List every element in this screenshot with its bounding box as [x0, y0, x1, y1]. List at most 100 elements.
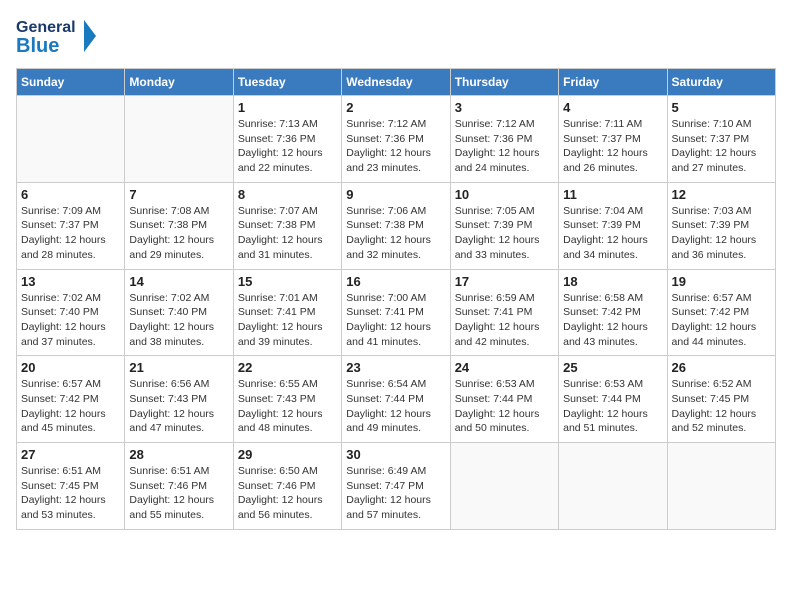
day-number: 16 — [346, 274, 445, 289]
calendar-cell — [125, 96, 233, 183]
calendar-cell: 20Sunrise: 6:57 AM Sunset: 7:42 PM Dayli… — [17, 356, 125, 443]
calendar-cell — [667, 443, 775, 530]
day-info: Sunrise: 7:05 AM Sunset: 7:39 PM Dayligh… — [455, 204, 554, 263]
day-number: 17 — [455, 274, 554, 289]
day-number: 11 — [563, 187, 662, 202]
day-number: 30 — [346, 447, 445, 462]
calendar-cell: 12 Sunrise: 7:03 AM Sunset: 7:39 PM Dayli… — [667, 182, 775, 269]
weekday-header-wednesday: Wednesday — [342, 69, 450, 96]
day-number: 19 — [672, 274, 771, 289]
weekday-header-saturday: Saturday — [667, 69, 775, 96]
calendar-cell: 15 Sunrise: 7:01 AM Sunset: 7:41 PM Dayli… — [233, 269, 341, 356]
calendar-cell: 11 Sunrise: 7:04 AM Sunset: 7:39 PM Dayli… — [559, 182, 667, 269]
calendar-cell: 9 Sunrise: 7:06 AM Sunset: 7:38 PM Daylig… — [342, 182, 450, 269]
day-number: 14 — [129, 274, 228, 289]
calendar-cell: 5 Sunrise: 7:10 AM Sunset: 7:37 PM Daylig… — [667, 96, 775, 183]
calendar-cell: 2 Sunrise: 7:12 AM Sunset: 7:36 PM Daylig… — [342, 96, 450, 183]
day-info: Sunrise: 7:02 AM Sunset: 7:40 PM Dayligh… — [21, 291, 120, 350]
weekday-header-row: SundayMondayTuesdayWednesdayThursdayFrid… — [17, 69, 776, 96]
calendar-cell: 27Sunrise: 6:51 AM Sunset: 7:45 PM Dayli… — [17, 443, 125, 530]
day-info: Sunrise: 6:59 AM Sunset: 7:41 PM Dayligh… — [455, 291, 554, 350]
calendar-week-row: 27Sunrise: 6:51 AM Sunset: 7:45 PM Dayli… — [17, 443, 776, 530]
calendar-cell: 16 Sunrise: 7:00 AM Sunset: 7:41 PM Dayli… — [342, 269, 450, 356]
calendar-week-row: 1 Sunrise: 7:13 AM Sunset: 7:36 PM Daylig… — [17, 96, 776, 183]
calendar-week-row: 13 Sunrise: 7:02 AM Sunset: 7:40 PM Dayli… — [17, 269, 776, 356]
day-number: 9 — [346, 187, 445, 202]
day-number: 1 — [238, 100, 337, 115]
day-number: 20 — [21, 360, 120, 375]
day-info: Sunrise: 7:12 AM Sunset: 7:36 PM Dayligh… — [455, 117, 554, 176]
day-info: Sunrise: 6:52 AM Sunset: 7:45 PM Dayligh… — [672, 377, 771, 436]
day-info: Sunrise: 6:56 AM Sunset: 7:43 PM Dayligh… — [129, 377, 228, 436]
day-number: 26 — [672, 360, 771, 375]
calendar-cell: 6 Sunrise: 7:09 AM Sunset: 7:37 PM Daylig… — [17, 182, 125, 269]
calendar-cell: 10 Sunrise: 7:05 AM Sunset: 7:39 PM Dayli… — [450, 182, 558, 269]
calendar-cell: 28 Sunrise: 6:51 AM Sunset: 7:46 PM Dayli… — [125, 443, 233, 530]
day-number: 15 — [238, 274, 337, 289]
day-info: Sunrise: 6:53 AM Sunset: 7:44 PM Dayligh… — [455, 377, 554, 436]
day-info: Sunrise: 7:07 AM Sunset: 7:38 PM Dayligh… — [238, 204, 337, 263]
day-number: 2 — [346, 100, 445, 115]
calendar-table: SundayMondayTuesdayWednesdayThursdayFrid… — [16, 68, 776, 530]
day-info: Sunrise: 6:53 AM Sunset: 7:44 PM Dayligh… — [563, 377, 662, 436]
day-info: Sunrise: 6:58 AM Sunset: 7:42 PM Dayligh… — [563, 291, 662, 350]
day-info: Sunrise: 7:08 AM Sunset: 7:38 PM Dayligh… — [129, 204, 228, 263]
day-number: 10 — [455, 187, 554, 202]
day-number: 23 — [346, 360, 445, 375]
calendar-cell: 14 Sunrise: 7:02 AM Sunset: 7:40 PM Dayli… — [125, 269, 233, 356]
day-info: Sunrise: 7:09 AM Sunset: 7:37 PM Dayligh… — [21, 204, 120, 263]
calendar-cell: 19 Sunrise: 6:57 AM Sunset: 7:42 PM Dayli… — [667, 269, 775, 356]
day-number: 13 — [21, 274, 120, 289]
day-number: 29 — [238, 447, 337, 462]
calendar-cell — [450, 443, 558, 530]
day-number: 6 — [21, 187, 120, 202]
calendar-cell: 26 Sunrise: 6:52 AM Sunset: 7:45 PM Dayli… — [667, 356, 775, 443]
day-info: Sunrise: 7:13 AM Sunset: 7:36 PM Dayligh… — [238, 117, 337, 176]
day-number: 7 — [129, 187, 228, 202]
calendar-week-row: 20Sunrise: 6:57 AM Sunset: 7:42 PM Dayli… — [17, 356, 776, 443]
day-info: Sunrise: 6:49 AM Sunset: 7:47 PM Dayligh… — [346, 464, 445, 523]
svg-text:General: General — [16, 19, 76, 36]
calendar-cell: 17 Sunrise: 6:59 AM Sunset: 7:41 PM Dayli… — [450, 269, 558, 356]
calendar-cell: 29 Sunrise: 6:50 AM Sunset: 7:46 PM Dayli… — [233, 443, 341, 530]
header: GeneralBlue — [16, 16, 776, 58]
day-info: Sunrise: 7:12 AM Sunset: 7:36 PM Dayligh… — [346, 117, 445, 176]
logo-svg: GeneralBlue — [16, 16, 106, 58]
day-info: Sunrise: 6:50 AM Sunset: 7:46 PM Dayligh… — [238, 464, 337, 523]
day-info: Sunrise: 6:57 AM Sunset: 7:42 PM Dayligh… — [672, 291, 771, 350]
day-number: 3 — [455, 100, 554, 115]
day-info: Sunrise: 7:02 AM Sunset: 7:40 PM Dayligh… — [129, 291, 228, 350]
calendar-cell: 18 Sunrise: 6:58 AM Sunset: 7:42 PM Dayli… — [559, 269, 667, 356]
day-info: Sunrise: 7:06 AM Sunset: 7:38 PM Dayligh… — [346, 204, 445, 263]
logo: GeneralBlue — [16, 16, 106, 58]
calendar-week-row: 6 Sunrise: 7:09 AM Sunset: 7:37 PM Daylig… — [17, 182, 776, 269]
day-number: 18 — [563, 274, 662, 289]
calendar-cell: 23Sunrise: 6:54 AM Sunset: 7:44 PM Dayli… — [342, 356, 450, 443]
calendar-cell: 8Sunrise: 7:07 AM Sunset: 7:38 PM Daylig… — [233, 182, 341, 269]
svg-text:Blue: Blue — [16, 35, 59, 57]
day-info: Sunrise: 6:51 AM Sunset: 7:45 PM Dayligh… — [21, 464, 120, 523]
day-info: Sunrise: 7:03 AM Sunset: 7:39 PM Dayligh… — [672, 204, 771, 263]
calendar-cell: 21Sunrise: 6:56 AM Sunset: 7:43 PM Dayli… — [125, 356, 233, 443]
day-info: Sunrise: 6:51 AM Sunset: 7:46 PM Dayligh… — [129, 464, 228, 523]
day-info: Sunrise: 7:04 AM Sunset: 7:39 PM Dayligh… — [563, 204, 662, 263]
day-info: Sunrise: 7:00 AM Sunset: 7:41 PM Dayligh… — [346, 291, 445, 350]
day-info: Sunrise: 7:10 AM Sunset: 7:37 PM Dayligh… — [672, 117, 771, 176]
calendar-cell — [559, 443, 667, 530]
calendar-cell: 4Sunrise: 7:11 AM Sunset: 7:37 PM Daylig… — [559, 96, 667, 183]
day-number: 22 — [238, 360, 337, 375]
day-number: 28 — [129, 447, 228, 462]
day-info: Sunrise: 7:01 AM Sunset: 7:41 PM Dayligh… — [238, 291, 337, 350]
day-info: Sunrise: 6:55 AM Sunset: 7:43 PM Dayligh… — [238, 377, 337, 436]
calendar-cell: 25 Sunrise: 6:53 AM Sunset: 7:44 PM Dayli… — [559, 356, 667, 443]
calendar-cell: 7 Sunrise: 7:08 AM Sunset: 7:38 PM Daylig… — [125, 182, 233, 269]
weekday-header-monday: Monday — [125, 69, 233, 96]
day-number: 25 — [563, 360, 662, 375]
logo: GeneralBlue — [16, 16, 106, 58]
day-number: 12 — [672, 187, 771, 202]
day-number: 5 — [672, 100, 771, 115]
calendar-cell — [17, 96, 125, 183]
day-number: 4 — [563, 100, 662, 115]
weekday-header-tuesday: Tuesday — [233, 69, 341, 96]
calendar-cell: 22 Sunrise: 6:55 AM Sunset: 7:43 PM Dayli… — [233, 356, 341, 443]
